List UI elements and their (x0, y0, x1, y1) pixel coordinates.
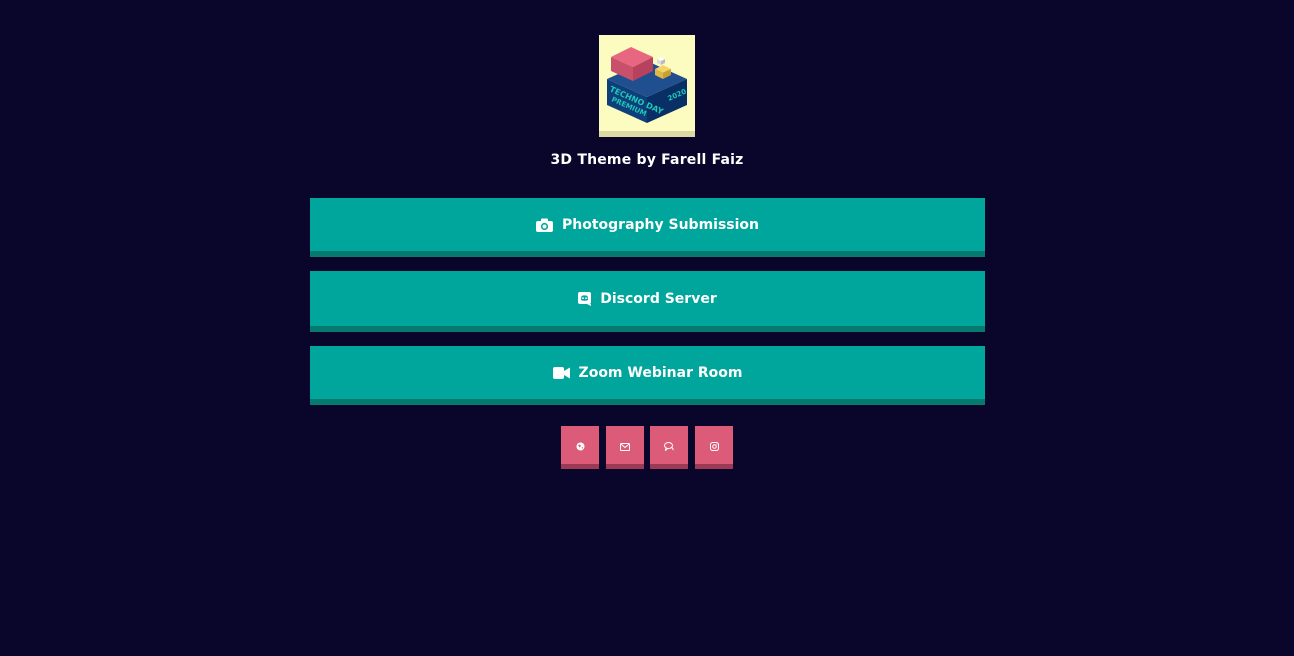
avatar-image: TECHNO DAY PREMIUM 2020 (599, 35, 695, 131)
zoom-webinar-room-button[interactable]: Zoom Webinar Room (310, 346, 985, 399)
discord-server-label: Discord Server (600, 290, 717, 307)
discord-server-button[interactable]: Discord Server (310, 271, 985, 326)
profile-avatar: TECHNO DAY PREMIUM 2020 (599, 35, 695, 137)
isometric-logo-icon: TECHNO DAY PREMIUM 2020 (607, 47, 688, 123)
chat-icon (664, 436, 674, 455)
instagram-icon (709, 436, 719, 455)
email-social-button[interactable] (606, 426, 644, 464)
camera-icon (535, 218, 553, 232)
page: TECHNO DAY PREMIUM 2020 3D Theme by Fare… (0, 0, 1294, 656)
zoom-webinar-room-label: Zoom Webinar Room (578, 364, 743, 381)
website-social-button[interactable] (561, 426, 599, 464)
profile-title: 3D Theme by Farell Faiz (550, 152, 744, 168)
photography-submission-button[interactable]: Photography Submission (310, 198, 985, 251)
avatar-shadow (599, 131, 695, 137)
discord-icon (578, 291, 592, 306)
video-camera-icon (552, 366, 570, 379)
photography-submission-label: Photography Submission (561, 216, 760, 233)
chat-social-button[interactable] (650, 426, 688, 464)
instagram-social-button[interactable] (695, 426, 733, 464)
envelope-icon (620, 436, 630, 455)
globe-icon (576, 436, 585, 455)
